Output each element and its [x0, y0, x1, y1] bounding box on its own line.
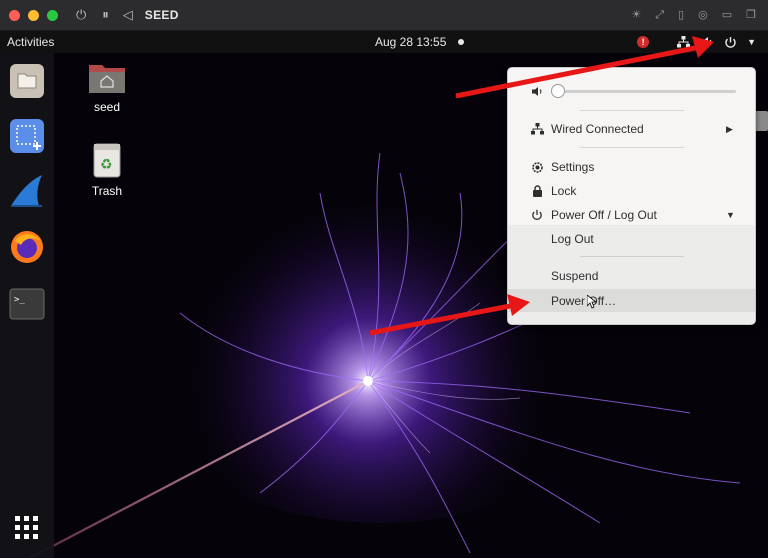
volume-row [508, 80, 755, 102]
clock[interactable]: Aug 28 13:55 [375, 35, 446, 49]
show-apps-button[interactable] [8, 509, 46, 547]
lock-item[interactable]: Lock [508, 180, 755, 202]
divider [580, 147, 684, 148]
power-off-label: Power Off… [551, 293, 617, 308]
wireshark-app[interactable] [8, 172, 46, 210]
activities-button[interactable]: Activities [7, 35, 54, 49]
vm-pause-icon[interactable]: ⏸ [102, 7, 109, 23]
windows-icon[interactable]: ❐ [746, 10, 756, 21]
divider [580, 256, 684, 257]
svg-text:♻: ♻ [100, 157, 113, 173]
volume-slider-handle[interactable] [551, 84, 565, 98]
volume-icon [530, 84, 544, 98]
firefox-icon [11, 231, 43, 263]
svg-text:>_: >_ [14, 295, 25, 305]
notification-dot [458, 39, 464, 45]
files-icon [10, 64, 44, 98]
vm-toolbar: ☀ ⤢ ▯ ◎ ▭ ❐ [631, 0, 756, 31]
vm-back-icon[interactable]: ◁ [123, 7, 133, 23]
system-menu: Wired Connected ▶ Settings Lock Power Of… [507, 67, 756, 325]
desktop-icon-label: seed [93, 100, 121, 114]
trash-icon[interactable]: ♻ Trash [77, 142, 137, 198]
vm-power-icon[interactable]: ⏻ [76, 7, 86, 23]
chevron-down-icon: ▼ [726, 210, 735, 220]
dock: >_ [0, 53, 54, 558]
close-window-button[interactable] [9, 9, 20, 21]
chevron-right-icon: ▶ [726, 123, 733, 134]
wired-connection-label: Wired Connected [551, 122, 644, 136]
usb-icon[interactable]: ▯ [678, 10, 684, 21]
terminal-app[interactable]: >_ [8, 285, 46, 323]
suspend-item[interactable]: Suspend [508, 265, 755, 287]
vm-window-titlebar: ⏻ ⏸ ◁ SEED ☀ ⤢ ▯ ◎ ▭ ❐ [0, 0, 768, 31]
power-off-logout-item[interactable]: Power Off / Log Out ▼ [508, 204, 755, 226]
app-grid-icon [15, 516, 38, 539]
volume-slider[interactable] [556, 90, 736, 93]
minimize-window-button[interactable] [28, 9, 39, 21]
power-off-item[interactable]: Power Off… [508, 289, 755, 312]
gear-icon [530, 160, 544, 174]
network-share-icon[interactable]: ◎ [698, 10, 708, 21]
lock-label: Lock [551, 184, 577, 198]
system-tray[interactable]: ! ▼ [637, 31, 756, 53]
firefox-app[interactable] [8, 228, 46, 266]
wireshark-fin-icon [11, 175, 42, 207]
settings-item[interactable]: Settings [508, 156, 755, 178]
log-out-label: Log Out [551, 232, 594, 246]
desktop-icon-label: Trash [91, 184, 123, 198]
vm-controls: ⏻ ⏸ ◁ [76, 7, 133, 23]
terminal-icon: >_ [9, 288, 45, 320]
home-folder-icon[interactable]: seed [77, 60, 137, 114]
maximize-window-button[interactable] [47, 9, 58, 21]
power-icon [530, 208, 544, 222]
brightness-icon[interactable]: ☀ [631, 10, 641, 21]
screenshot-icon [10, 119, 44, 153]
log-out-item[interactable]: Log Out [508, 228, 755, 250]
home-folder-graphic [89, 65, 125, 93]
mouse-cursor [587, 295, 597, 309]
lock-icon [530, 184, 544, 198]
divider [580, 110, 684, 111]
trash-graphic: ♻ [93, 143, 121, 178]
network-wired-icon [530, 122, 544, 136]
gnome-top-bar: Activities Aug 28 13:55 ! ▼ [0, 31, 768, 53]
vm-title: SEED [144, 8, 179, 22]
wired-connection-item[interactable]: Wired Connected ▶ [508, 118, 755, 140]
folder-share-icon[interactable]: ▭ [722, 10, 732, 21]
power-icon [725, 36, 736, 48]
expand-icon[interactable]: ⤢ [655, 10, 664, 21]
partial-desktop-icon [754, 111, 768, 131]
screenshot-app[interactable] [8, 117, 46, 155]
chevron-down-icon: ▼ [747, 37, 756, 47]
settings-label: Settings [551, 160, 595, 174]
power-off-logout-label: Power Off / Log Out [551, 208, 657, 222]
window-controls [9, 9, 58, 21]
files-app[interactable] [8, 62, 46, 100]
suspend-label: Suspend [551, 269, 599, 283]
warning-icon[interactable]: ! [637, 36, 650, 48]
network-icon [677, 36, 691, 48]
volume-icon [701, 37, 712, 47]
